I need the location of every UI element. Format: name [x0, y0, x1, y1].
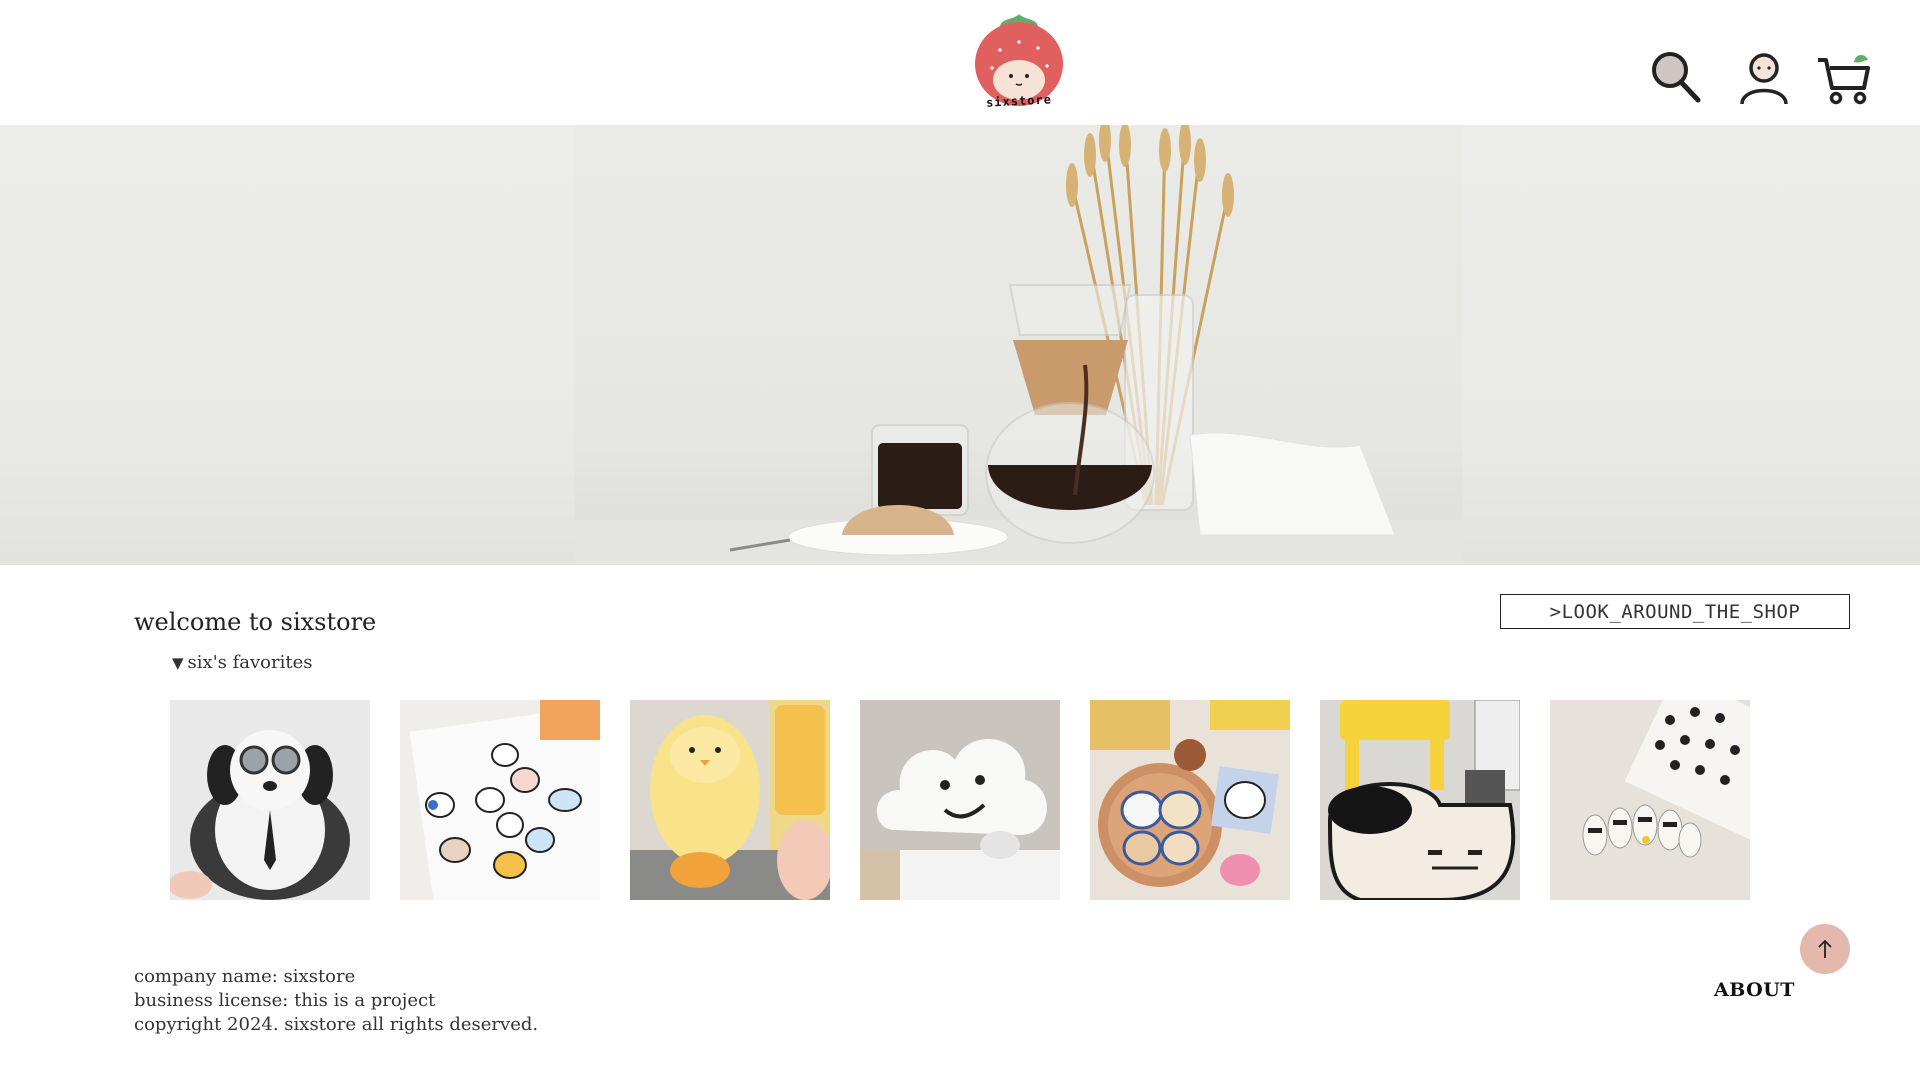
product-image-character-nail-art — [1550, 700, 1750, 900]
hero-coffee-scene — [575, 125, 1463, 565]
product-image-plush-pilot-dog — [170, 700, 370, 900]
product-image-dog-face-rug — [1320, 700, 1520, 900]
product-card[interactable] — [1090, 700, 1290, 900]
account-button[interactable] — [1734, 48, 1794, 108]
site-header: sixstore — [0, 0, 1920, 125]
business-license: business license: this is a project — [134, 990, 436, 1011]
company-info: company name: sixstore business license:… — [134, 965, 538, 1037]
account-icon — [1740, 53, 1788, 105]
favorites-label: six's favorites — [187, 652, 313, 673]
look-around-shop-link[interactable]: >LOOK_AROUND_THE_SHOP — [1500, 594, 1850, 629]
cart-button[interactable] — [1814, 48, 1874, 108]
company-name: company name: sixstore — [134, 966, 356, 987]
product-image-embroidered-patches — [1090, 700, 1290, 900]
hero-banner — [0, 125, 1920, 565]
product-card[interactable] — [630, 700, 830, 900]
welcome-heading: welcome to sixstore — [134, 608, 377, 636]
cart-icon — [1818, 55, 1870, 105]
product-card[interactable] — [1550, 700, 1750, 900]
product-image-chick-phone-grip — [630, 700, 830, 900]
arrow-up-icon — [1818, 939, 1832, 958]
scroll-to-top-button[interactable] — [1800, 924, 1850, 974]
product-image-animal-patch-stickers — [400, 700, 600, 900]
search-button[interactable] — [1646, 48, 1706, 108]
about-link[interactable]: ABOUT — [1714, 979, 1795, 1001]
product-card[interactable] — [860, 700, 1060, 900]
triangle-down-icon: ▼ — [172, 654, 184, 672]
copyright-text: copyright 2024. sixstore all rights dese… — [134, 1014, 539, 1035]
product-card[interactable] — [1320, 700, 1520, 900]
search-icon — [1652, 52, 1701, 103]
product-image-cloud-smile-rug — [860, 700, 1060, 900]
favorites-product-row — [170, 700, 1750, 900]
product-card[interactable] — [400, 700, 600, 900]
favorites-toggle[interactable]: ▼ six's favorites — [172, 652, 312, 673]
product-card[interactable] — [170, 700, 370, 900]
